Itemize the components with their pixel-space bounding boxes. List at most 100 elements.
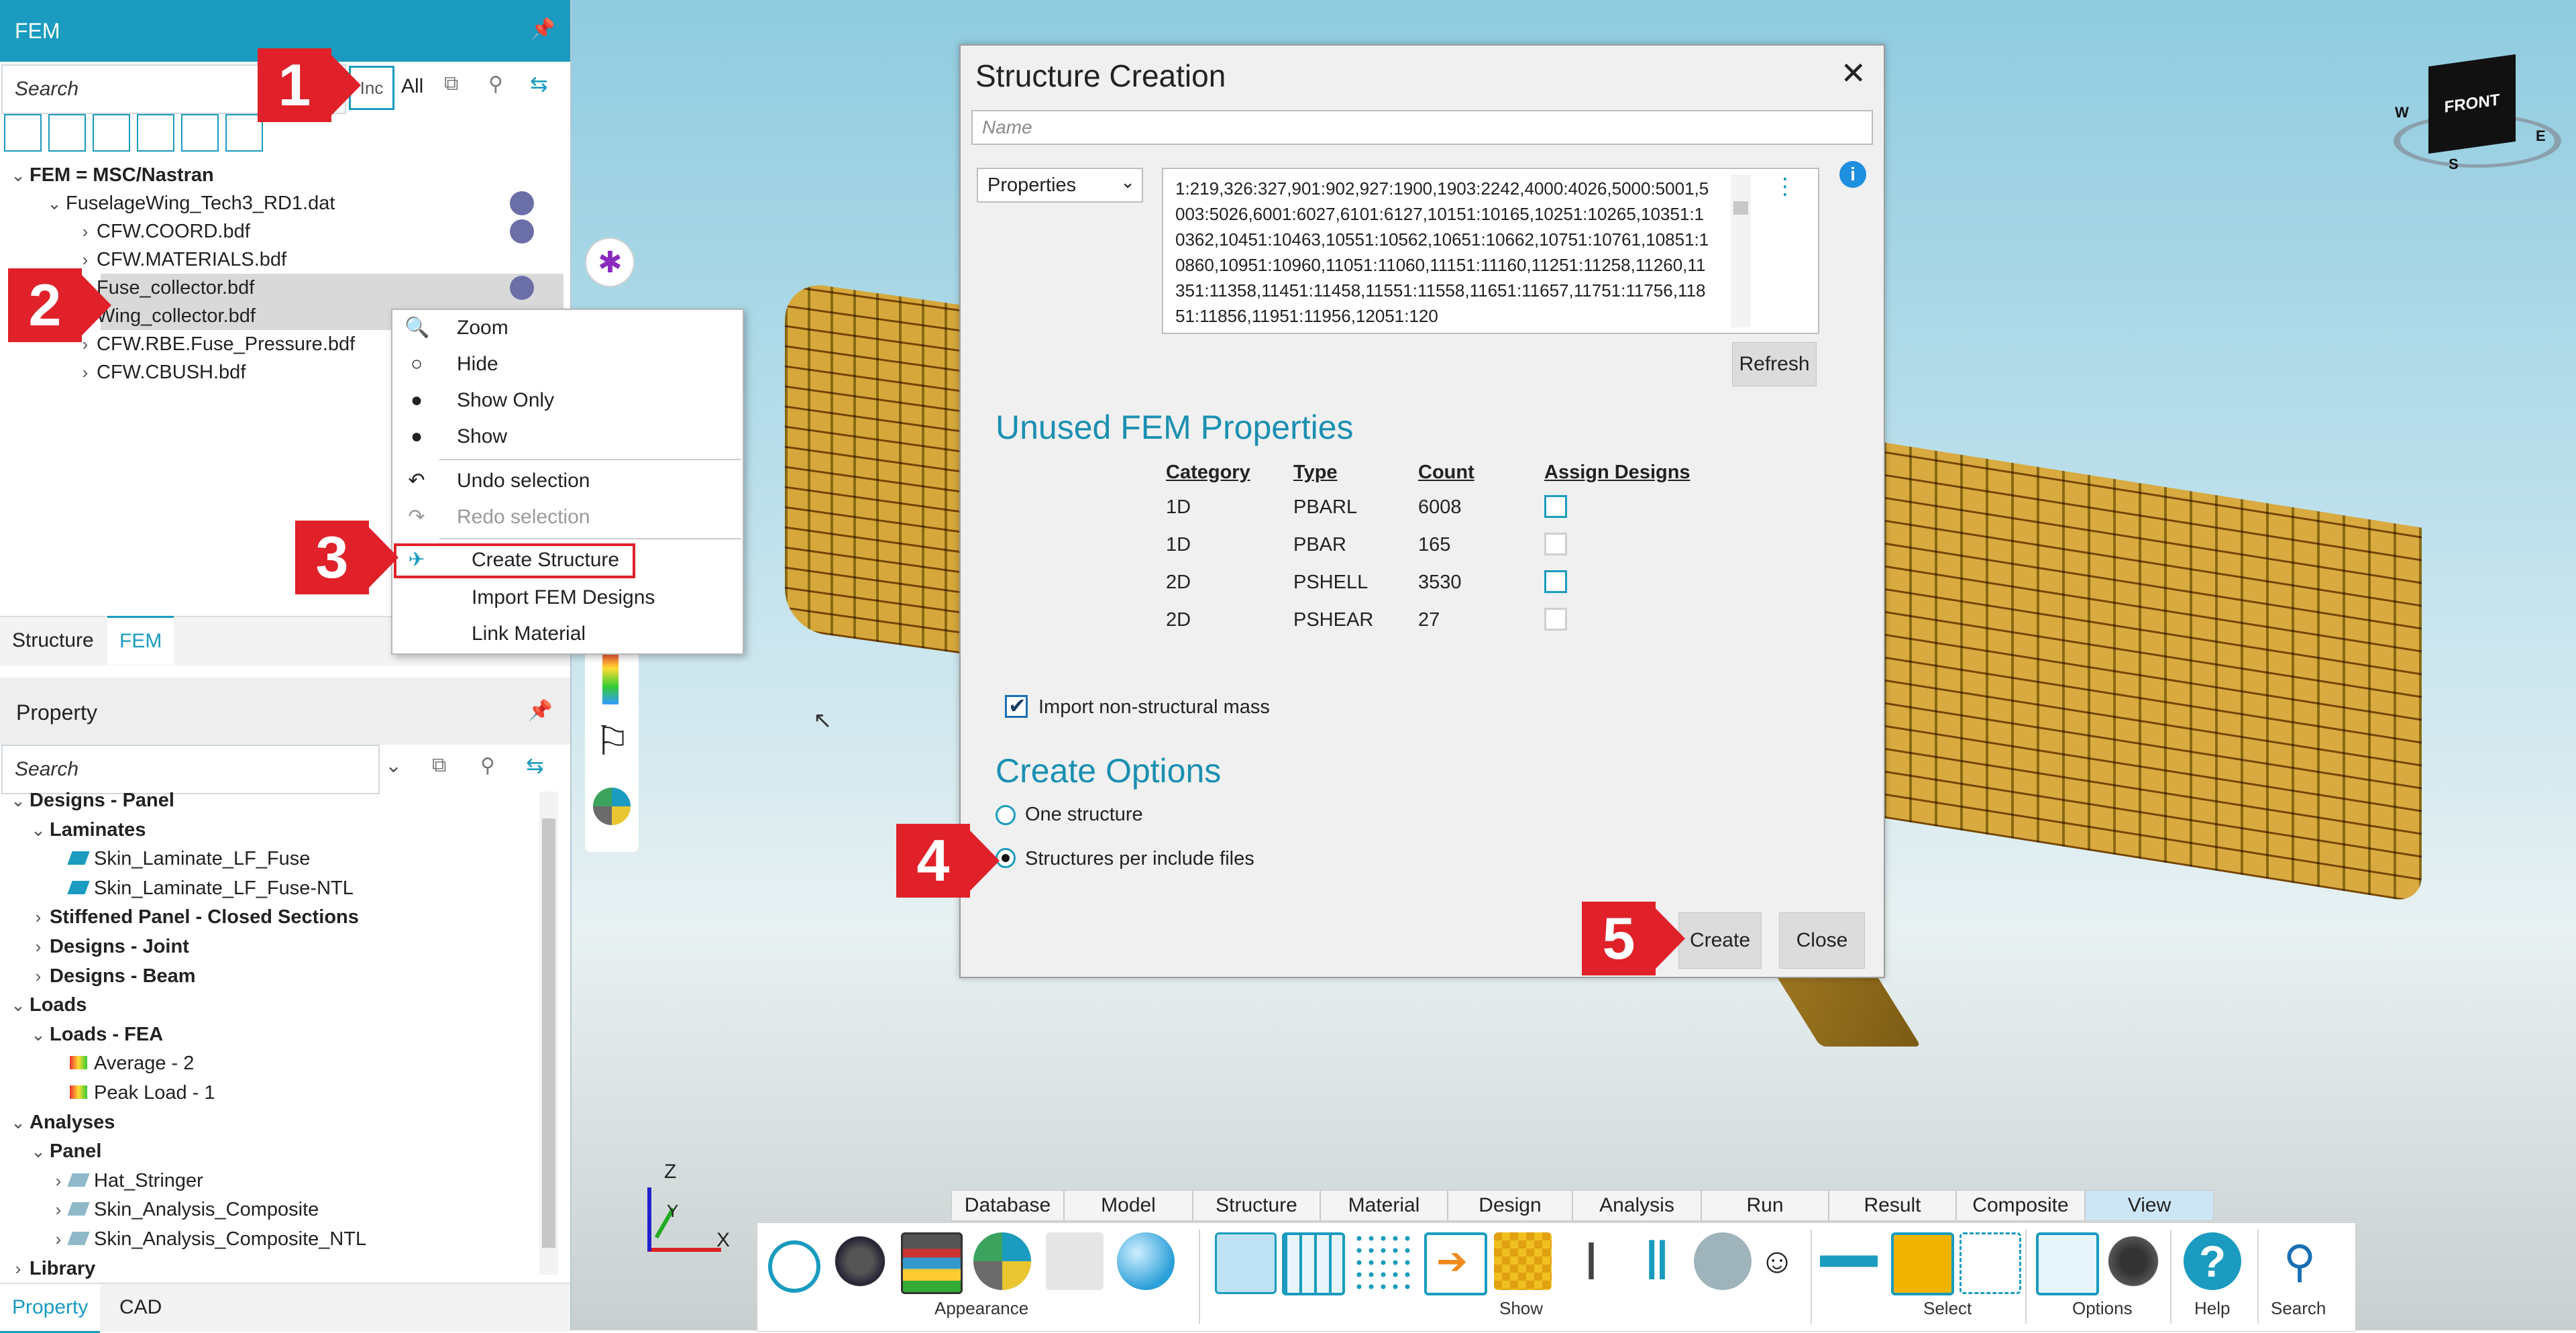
tab-structure[interactable]: Structure bbox=[0, 617, 106, 664]
astronaut-icon[interactable]: ☺ bbox=[1757, 1232, 1797, 1290]
options-window-icon[interactable] bbox=[2036, 1232, 2099, 1295]
paint-bucket-icon[interactable] bbox=[1046, 1232, 1104, 1290]
select-region-icon[interactable] bbox=[1960, 1232, 2021, 1294]
property-tree-item[interactable]: › Library bbox=[7, 1255, 96, 1283]
chevron-right-icon[interactable]: › bbox=[27, 903, 50, 931]
refresh-view-icon[interactable] bbox=[768, 1240, 820, 1293]
tab-cad[interactable]: CAD bbox=[107, 1284, 174, 1331]
menu-item-import-fem-designs[interactable]: Import FEM Designs bbox=[392, 580, 743, 616]
flag-icon[interactable]: ⚐ bbox=[594, 718, 631, 765]
refresh-button[interactable]: Refresh bbox=[1732, 342, 1817, 386]
color-map-icon[interactable] bbox=[901, 1232, 963, 1294]
scrollbar-thumb[interactable] bbox=[1733, 201, 1748, 215]
property-scrollbar[interactable] bbox=[539, 792, 558, 1275]
line-element-icon[interactable] bbox=[4, 114, 42, 152]
menu-item-zoom[interactable]: 🔍 Zoom bbox=[392, 310, 743, 346]
menu-item-show-only[interactable]: ● Show Only bbox=[392, 382, 743, 419]
ribbon-tab[interactable]: Design bbox=[1448, 1190, 1572, 1221]
chevron-down-icon[interactable]: ⌄ bbox=[27, 1137, 50, 1165]
property-type-dropdown[interactable]: Properties ⌄ bbox=[977, 168, 1143, 203]
globe-icon[interactable] bbox=[1694, 1232, 1752, 1290]
ribbon-tab[interactable]: Structure bbox=[1193, 1190, 1320, 1221]
ribbon-tab[interactable]: Material bbox=[1320, 1190, 1448, 1221]
sphere-icon[interactable] bbox=[1117, 1232, 1175, 1290]
chevron-right-icon[interactable]: › bbox=[47, 1195, 70, 1224]
assign-designs-checkbox[interactable] bbox=[1544, 495, 1567, 518]
chevron-down-icon[interactable]: ⌄ bbox=[27, 816, 50, 844]
property-tree-item[interactable]: ⌄ Analyses bbox=[7, 1108, 115, 1136]
textbox-scrollbar[interactable] bbox=[1731, 174, 1751, 327]
asterisk-icon[interactable]: ✱ bbox=[585, 237, 635, 287]
filter-all-button[interactable]: All bbox=[401, 75, 423, 98]
tree-icon[interactable]: ⚲ bbox=[480, 754, 495, 778]
property-tree-item[interactable]: › Hat_Stringer bbox=[47, 1167, 203, 1195]
one-structure-radio[interactable] bbox=[996, 805, 1016, 825]
chevron-right-icon[interactable]: › bbox=[27, 962, 50, 990]
property-tree-item[interactable]: Skin_Laminate_LF_Fuse-NTL bbox=[47, 874, 354, 902]
menu-item-show[interactable]: ● Show bbox=[392, 419, 743, 455]
select-box-icon[interactable] bbox=[1891, 1232, 1954, 1295]
create-button[interactable]: Create bbox=[1678, 912, 1762, 969]
chevron-down-icon[interactable]: ⌄ bbox=[385, 754, 402, 778]
ribbon-tab[interactable]: Model bbox=[1064, 1190, 1193, 1221]
solid-element-icon[interactable] bbox=[181, 114, 219, 152]
select-plane-icon[interactable] bbox=[1820, 1232, 1878, 1290]
info-icon[interactable]: i bbox=[1839, 161, 1866, 188]
ribbon-tab[interactable]: Run bbox=[1701, 1190, 1829, 1221]
ribbon-tab[interactable]: Composite bbox=[1956, 1190, 2085, 1221]
panel-icon[interactable] bbox=[1215, 1232, 1277, 1294]
property-tree-item[interactable]: › Designs - Beam bbox=[27, 962, 196, 990]
chevron-right-icon[interactable]: › bbox=[27, 932, 50, 961]
property-tree-item[interactable]: ⌄ Designs - Panel bbox=[7, 786, 174, 814]
tab-fem[interactable]: FEM bbox=[107, 616, 174, 665]
collapse-icon[interactable]: ⧉ bbox=[432, 754, 446, 777]
pin-icon[interactable]: 📌 bbox=[528, 699, 553, 723]
chevron-down-icon[interactable]: ⌄ bbox=[7, 786, 30, 814]
menu-item-link-material[interactable]: Link Material bbox=[392, 616, 743, 652]
property-tree-item[interactable]: › Designs - Joint bbox=[27, 932, 189, 961]
chevron-down-icon[interactable]: ⌄ bbox=[7, 1108, 30, 1136]
property-ids-textbox[interactable]: 1:219,326:327,901:902,927:1900,1903:2242… bbox=[1162, 168, 1819, 334]
chevron-right-icon[interactable]: › bbox=[47, 1225, 70, 1253]
checker-icon[interactable] bbox=[1494, 1232, 1552, 1290]
settings-gear-icon[interactable] bbox=[2104, 1232, 2162, 1290]
property-tree-item[interactable]: Average - 2 bbox=[47, 1049, 194, 1077]
property-tree-item[interactable]: ⌄ Loads bbox=[7, 991, 87, 1019]
ribbon-tab[interactable]: View bbox=[2085, 1190, 2214, 1221]
tree-item[interactable]: › CFW.MATERIALS.bdf bbox=[74, 246, 286, 274]
beam-element-icon[interactable] bbox=[93, 114, 130, 152]
sync-icon[interactable]: ⇆ bbox=[530, 71, 548, 97]
viewcube[interactable]: FRONT bbox=[2428, 54, 2516, 154]
property-tree-item[interactable]: › Skin_Analysis_Composite bbox=[47, 1195, 319, 1224]
menu-item-undo-selection[interactable]: ↶ Undo selection bbox=[392, 463, 743, 499]
color-wheel-icon[interactable] bbox=[973, 1232, 1031, 1290]
close-icon[interactable]: ✕ bbox=[1840, 55, 1866, 91]
nodes-icon[interactable] bbox=[1353, 1232, 1411, 1290]
chevron-right-icon[interactable]: › bbox=[47, 1167, 70, 1195]
color-wheel-icon[interactable] bbox=[593, 788, 631, 825]
search-icon[interactable]: ⚲ bbox=[2271, 1232, 2328, 1290]
sync-icon[interactable]: ⇆ bbox=[526, 753, 544, 778]
visibility-dot[interactable] bbox=[510, 191, 534, 215]
gear-icon[interactable] bbox=[831, 1232, 889, 1290]
chevron-down-icon[interactable]: ⌄ bbox=[7, 991, 30, 1019]
menu-item-hide[interactable]: ○ Hide bbox=[392, 346, 743, 382]
close-button[interactable]: Close bbox=[1779, 912, 1865, 969]
property-tree-item[interactable]: › Skin_Analysis_Composite_NTL bbox=[47, 1225, 367, 1253]
pin-icon[interactable]: 📌 bbox=[531, 17, 555, 41]
tab-property[interactable]: Property bbox=[0, 1284, 101, 1333]
scrollbar-thumb[interactable] bbox=[542, 818, 555, 1248]
bar-element-icon[interactable] bbox=[48, 114, 86, 152]
double-beam-icon[interactable]: Ⅱ bbox=[1628, 1232, 1686, 1290]
property-tree-item[interactable]: › Stiffened Panel - Closed Sections bbox=[27, 903, 359, 931]
property-tree-item[interactable]: ⌄ Laminates bbox=[27, 816, 146, 844]
chevron-down-icon[interactable]: ⌄ bbox=[27, 1020, 50, 1049]
shell-element-icon[interactable] bbox=[137, 114, 174, 152]
color-legend-icon[interactable] bbox=[602, 651, 619, 704]
visibility-dot[interactable] bbox=[510, 219, 534, 244]
import-mass-checkbox[interactable]: ✔ bbox=[1005, 694, 1028, 718]
tree-file[interactable]: ⌄ FuselageWing_Tech3_RD1.dat bbox=[43, 189, 335, 217]
mesh-icon[interactable] bbox=[1282, 1232, 1345, 1295]
property-tree-item[interactable]: ⌄ Loads - FEA bbox=[27, 1020, 163, 1049]
ribbon-tab[interactable]: Database bbox=[951, 1190, 1064, 1221]
